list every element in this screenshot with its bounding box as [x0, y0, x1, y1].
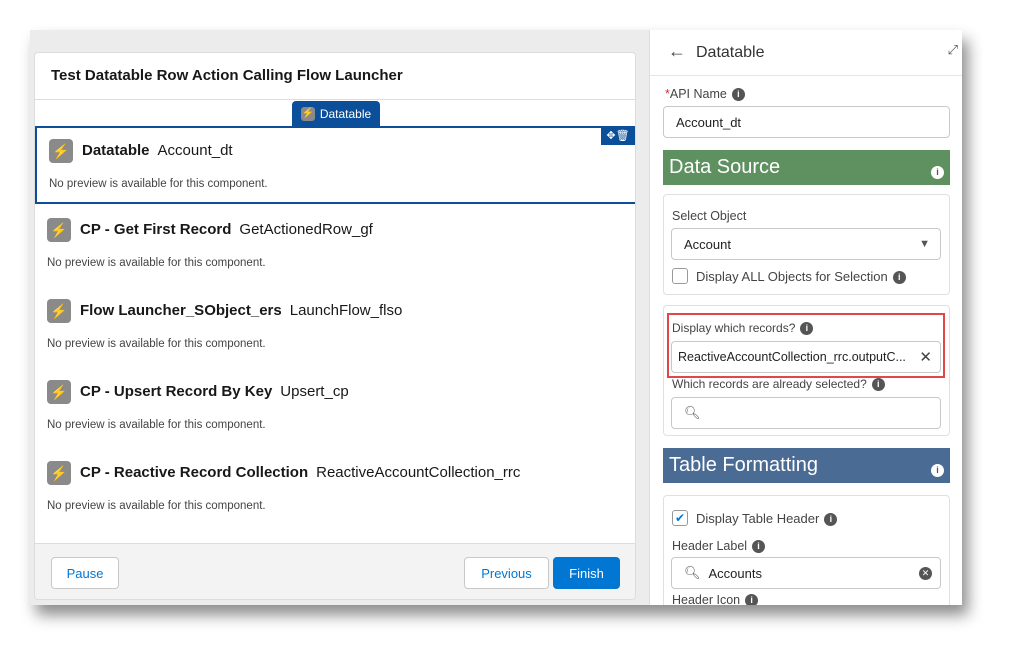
info-icon: i: [752, 540, 766, 554]
component-type: CP - Upsert Record By Key: [80, 383, 273, 400]
selected-records-label: Which records are already selected? i: [672, 377, 885, 392]
info-icon: i: [931, 166, 944, 179]
component-row[interactable]: ⚡ CP - Reactive Record Collection Reactiv…: [35, 450, 635, 528]
component-type: Datatable: [82, 142, 150, 159]
component-name: Upsert_cp: [280, 383, 349, 400]
component-name: GetActionedRow_gf: [239, 221, 373, 238]
lightning-icon: ⚡: [47, 218, 71, 242]
table-formatting-header: Table Formatting i: [663, 448, 950, 483]
back-arrow-icon[interactable]: ←: [668, 41, 686, 62]
component-note: No preview is available for this compone…: [47, 500, 266, 512]
info-icon: i: [745, 594, 759, 605]
header-label-label: Header Label i: [672, 539, 766, 554]
display-table-header-label: Display Table Header i: [696, 511, 838, 527]
header-label-input[interactable]: 🔍︎ Accounts ✕: [671, 557, 941, 589]
search-icon: 🔍︎: [684, 565, 701, 580]
trash-icon: 🗑︎: [615, 130, 630, 142]
component-type: Flow Launcher_SObject_ers: [80, 302, 282, 319]
component-row[interactable]: ⚡ Datatable Account_dt No preview is avai…: [35, 126, 635, 204]
previous-button[interactable]: Previous: [464, 557, 549, 589]
component-note: No preview is available for this compone…: [47, 257, 266, 269]
component-type: CP - Get First Record: [80, 221, 232, 238]
clear-icon[interactable]: ✕: [919, 566, 932, 580]
screen-title: Test Datatable Row Action Calling Flow L…: [51, 67, 403, 84]
lightning-icon: ⚡: [47, 299, 71, 323]
caret-down-icon: ▼: [919, 238, 930, 250]
info-icon: i: [871, 378, 885, 392]
selected-records-input[interactable]: 🔍︎: [671, 397, 941, 429]
display-all-objects-label: Display ALL Objects for Selection i: [696, 269, 906, 285]
component-note: No preview is available for this compone…: [47, 419, 266, 431]
finish-button[interactable]: Finish: [553, 557, 620, 589]
info-icon: i: [892, 271, 906, 285]
component-tab-datatable[interactable]: ⚡ Datatable: [292, 101, 380, 126]
component-row[interactable]: ⚡ CP - Get First Record GetActionedRow_gf…: [35, 207, 635, 285]
highlight-box: [667, 313, 945, 378]
api-name-input[interactable]: Account_dt: [663, 106, 950, 138]
display-all-objects-checkbox[interactable]: [672, 268, 688, 284]
display-table-header-checkbox[interactable]: ✔: [672, 510, 688, 526]
component-name: ReactiveAccountCollection_rrc: [316, 464, 521, 481]
api-name-label: *API Name i: [665, 87, 745, 102]
info-icon: i: [731, 88, 745, 102]
info-icon: i: [824, 513, 838, 527]
screen-canvas: Test Datatable Row Action Calling Flow L…: [34, 52, 636, 600]
component-note: No preview is available for this compone…: [47, 338, 266, 350]
expand-icon[interactable]: ⤢: [948, 42, 958, 58]
component-name: Account_dt: [157, 142, 233, 159]
data-source-header: Data Source i: [663, 150, 950, 185]
lightning-icon: ⚡: [47, 380, 71, 404]
search-icon: 🔍︎: [684, 405, 701, 420]
panel-title: Datatable: [696, 44, 765, 61]
component-note: No preview is available for this compone…: [49, 178, 268, 190]
divider: [35, 99, 635, 100]
component-name: LaunchFlow_flso: [289, 302, 403, 319]
component-row[interactable]: ⚡ Flow Launcher_SObject_ers LaunchFlow_fl…: [35, 288, 635, 366]
select-object-label: Select Object: [672, 209, 747, 223]
info-icon: i: [931, 464, 944, 477]
row-tools[interactable]: ✥🗑︎: [601, 128, 635, 145]
component-type: CP - Reactive Record Collection: [80, 464, 309, 481]
select-object-dropdown[interactable]: Account ▼: [671, 228, 941, 260]
component-row[interactable]: ⚡ CP - Upsert Record By Key Upsert_cp No …: [35, 369, 635, 447]
header-icon-label: Header Icon i: [672, 593, 759, 605]
lightning-icon: ⚡: [47, 461, 71, 485]
lightning-icon: ⚡: [49, 139, 73, 163]
move-icon: ✥: [606, 130, 616, 142]
footer: Pause Previous Finish: [35, 543, 635, 599]
pause-button[interactable]: Pause: [51, 557, 119, 589]
lightning-icon: ⚡: [300, 106, 315, 121]
